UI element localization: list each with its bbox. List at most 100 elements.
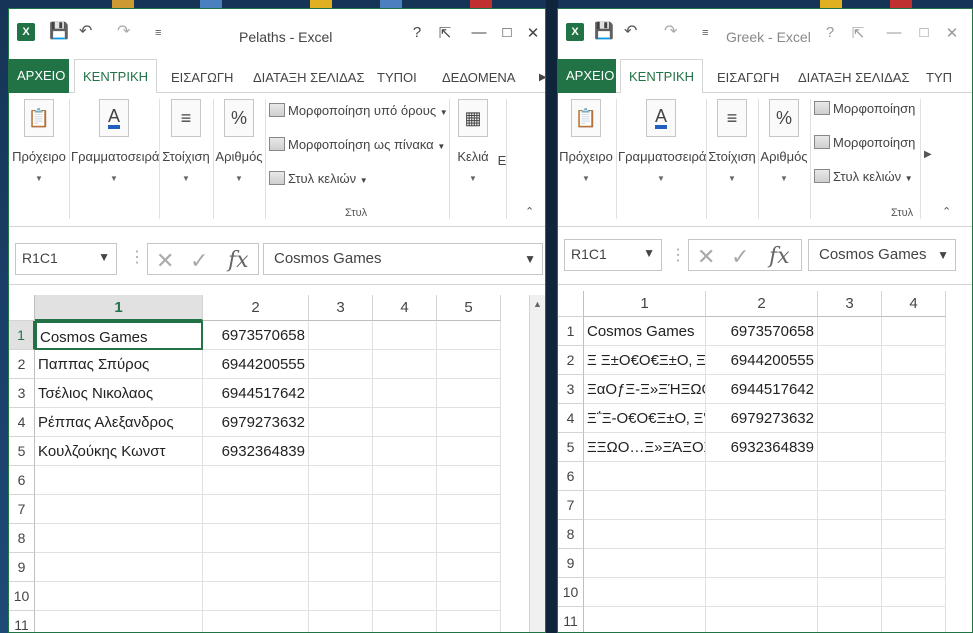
cell-r11c1[interactable] bbox=[584, 607, 706, 632]
customize-qat-icon[interactable]: ≡ bbox=[155, 27, 161, 39]
cell-r3c4[interactable] bbox=[882, 375, 946, 404]
cell-r2c1[interactable]: Ξ Ξ±Ο€Ο€Ξ±Ο‚ Ξ£Ο€ bbox=[584, 346, 706, 375]
cell-r7c2[interactable] bbox=[203, 495, 309, 524]
cell-r4c4[interactable] bbox=[882, 404, 946, 433]
tab-insert[interactable]: ΕΙΣΑΓΩΓΗ bbox=[163, 63, 241, 93]
cell-r9c4[interactable] bbox=[373, 553, 437, 582]
cell-r3c4[interactable] bbox=[373, 379, 437, 408]
vertical-scrollbar[interactable]: ▲ bbox=[529, 295, 545, 632]
cell-r10c5[interactable] bbox=[437, 582, 501, 611]
cell-r8c1[interactable] bbox=[584, 520, 706, 549]
excel-window-pelaths[interactable]: X 💾 ↶ ↷ ≡ Pelaths - Excel ? ⇱ — □ ✕ ΑΡΧΕ… bbox=[8, 8, 546, 633]
column-header-1[interactable]: 1 bbox=[35, 295, 203, 321]
cell-r10c2[interactable] bbox=[706, 578, 818, 607]
cell-r11c4[interactable] bbox=[882, 607, 946, 632]
redo-icon[interactable]: ↷ bbox=[117, 21, 130, 41]
cell-r4c3[interactable] bbox=[818, 404, 882, 433]
close-icon[interactable]: ✕ bbox=[523, 24, 543, 42]
cell-r4c2[interactable]: 6979273632 bbox=[706, 404, 818, 433]
tab-scroll-right-icon[interactable]: ▶ bbox=[531, 63, 545, 93]
customize-qat-icon[interactable]: ≡ bbox=[702, 27, 708, 39]
row-header-8[interactable]: 8 bbox=[558, 520, 584, 549]
tab-formulas[interactable]: ΤΥΠ bbox=[918, 63, 960, 93]
cell-r3c2[interactable]: 6944517642 bbox=[706, 375, 818, 404]
cell-r7c3[interactable] bbox=[818, 491, 882, 520]
name-box[interactable]: R1C1 ▼ bbox=[564, 239, 662, 271]
cell-r7c5[interactable] bbox=[437, 495, 501, 524]
cell-r5c2[interactable]: 6932364839 bbox=[706, 433, 818, 462]
cell-r5c3[interactable] bbox=[818, 433, 882, 462]
format-as-table-button[interactable]: Μορφοποίηση ω bbox=[814, 135, 918, 150]
cell-r6c1[interactable] bbox=[584, 462, 706, 491]
cell-r6c1[interactable] bbox=[35, 466, 203, 495]
row-header-11[interactable]: 11 bbox=[9, 611, 35, 632]
formula-bar-handle[interactable]: ⋮ bbox=[670, 245, 686, 265]
save-icon[interactable]: 💾 bbox=[49, 21, 69, 41]
formula-bar-handle[interactable]: ⋮ bbox=[129, 247, 145, 267]
cell-r2c5[interactable] bbox=[437, 350, 501, 379]
row-header-1[interactable]: 1 bbox=[9, 321, 35, 350]
maximize-icon[interactable]: □ bbox=[497, 24, 517, 41]
cell-r3c2[interactable]: 6944517642 bbox=[203, 379, 309, 408]
tab-file[interactable]: ΑΡΧΕΙΟ bbox=[9, 59, 69, 93]
column-header-4[interactable]: 4 bbox=[882, 291, 946, 317]
row-header-4[interactable]: 4 bbox=[558, 404, 584, 433]
row-header-7[interactable]: 7 bbox=[558, 491, 584, 520]
scroll-up-icon[interactable]: ▲ bbox=[530, 295, 545, 309]
cell-r2c4[interactable] bbox=[882, 346, 946, 375]
row-header-2[interactable]: 2 bbox=[558, 346, 584, 375]
worksheet-grid[interactable]: 1 2 3 4 5 1 Cosmos Games 6973570658 2 Παππας Σπύρ… bbox=[9, 295, 545, 632]
cell-r1c3[interactable] bbox=[818, 317, 882, 346]
cell-r2c2[interactable]: 6944200555 bbox=[706, 346, 818, 375]
cell-r6c3[interactable] bbox=[818, 462, 882, 491]
collapse-ribbon-icon[interactable]: ⌃ bbox=[525, 205, 534, 218]
cell-r5c1[interactable]: Κουλζούκης Κωνστ bbox=[35, 437, 203, 466]
cell-r11c3[interactable] bbox=[818, 607, 882, 632]
group-font[interactable]: A Γραμματοσειρά ▼ bbox=[618, 99, 706, 183]
enter-icon[interactable]: ✓ bbox=[731, 244, 749, 270]
cell-r7c3[interactable] bbox=[309, 495, 373, 524]
cell-r2c4[interactable] bbox=[373, 350, 437, 379]
column-header-1[interactable]: 1 bbox=[584, 291, 706, 317]
cell-r10c1[interactable] bbox=[584, 578, 706, 607]
cell-r8c3[interactable] bbox=[309, 524, 373, 553]
tab-data[interactable]: ΔΕΔΟΜΕΝΑ bbox=[434, 63, 523, 93]
cell-r4c1[interactable]: Ξ΅Ξ-Ο€Ο€Ξ±Ο‚ Ξ'Ξ» bbox=[584, 404, 706, 433]
chevron-down-icon[interactable]: ▼ bbox=[98, 250, 110, 264]
cell-r11c5[interactable] bbox=[437, 611, 501, 632]
cell-r8c2[interactable] bbox=[706, 520, 818, 549]
cell-r3c1[interactable]: Τσέλιος Νικολαος bbox=[35, 379, 203, 408]
tab-home[interactable]: ΚΕΝΤΡΙΚΗ bbox=[74, 59, 158, 94]
format-as-table-button[interactable]: Μορφοποίηση ως πίνακα ▼ bbox=[269, 137, 445, 152]
ribbon-display-icon[interactable]: ⇱ bbox=[435, 24, 455, 42]
cell-r7c4[interactable] bbox=[373, 495, 437, 524]
cell-r4c5[interactable] bbox=[437, 408, 501, 437]
cell-r6c2[interactable] bbox=[203, 466, 309, 495]
cell-r8c4[interactable] bbox=[373, 524, 437, 553]
insert-function-icon[interactable]: fx bbox=[228, 248, 249, 273]
row-header-3[interactable]: 3 bbox=[9, 379, 35, 408]
group-number[interactable]: % Αριθμός ▼ bbox=[214, 99, 264, 183]
cell-r8c4[interactable] bbox=[882, 520, 946, 549]
cell-r2c3[interactable] bbox=[309, 350, 373, 379]
name-box[interactable]: R1C1 ▼ bbox=[15, 243, 117, 275]
cell-r2c3[interactable] bbox=[818, 346, 882, 375]
row-header-8[interactable]: 8 bbox=[9, 524, 35, 553]
cell-r4c4[interactable] bbox=[373, 408, 437, 437]
tab-formulas[interactable]: ΤΥΠΟΙ bbox=[369, 63, 425, 93]
ribbon-scroll-right-icon[interactable]: ▶ bbox=[924, 149, 932, 160]
insert-function-icon[interactable]: fx bbox=[769, 244, 790, 269]
tab-page-layout[interactable]: ΔΙΑΤΑΞΗ ΣΕΛΙΔΑΣ bbox=[245, 63, 373, 93]
excel-logo-icon[interactable]: X bbox=[17, 23, 35, 41]
cell-r3c3[interactable] bbox=[309, 379, 373, 408]
cell-r1c3[interactable] bbox=[309, 321, 373, 350]
cell-r4c2[interactable]: 6979273632 bbox=[203, 408, 309, 437]
expand-formula-icon[interactable]: ▼ bbox=[524, 252, 536, 266]
cell-r6c4[interactable] bbox=[373, 466, 437, 495]
cell-r3c1[interactable]: ΞαΟƒΞ-Ξ»ΞΉΞΩΟ‚ Ξ bbox=[584, 375, 706, 404]
cell-r3c3[interactable] bbox=[818, 375, 882, 404]
cell-r10c4[interactable] bbox=[882, 578, 946, 607]
conditional-formatting-button[interactable]: Μορφοποίηση υ bbox=[814, 101, 918, 116]
title-bar[interactable]: X 💾 ↶ ↷ ≡ Greek - Excel ? ⇱ — □ ✕ bbox=[558, 9, 972, 49]
row-header-9[interactable]: 9 bbox=[558, 549, 584, 578]
